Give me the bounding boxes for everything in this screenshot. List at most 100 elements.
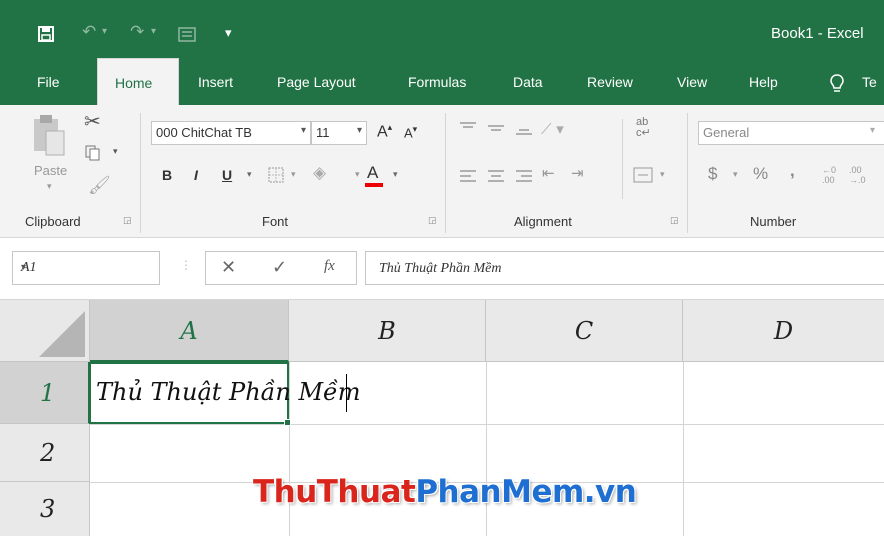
select-all-button[interactable] <box>0 300 90 362</box>
tab-formulas[interactable]: Formulas <box>408 74 466 90</box>
align-right-icon[interactable] <box>515 169 533 183</box>
number-format-value: General <box>703 125 750 140</box>
bottom-align-icon[interactable] <box>515 121 533 137</box>
watermark-part-phanmem: PhanMem <box>415 474 584 510</box>
column-header-c[interactable]: C <box>486 300 683 362</box>
copy-dropdown-icon[interactable]: ▾ <box>113 147 118 157</box>
row-header-3[interactable]: 3 <box>0 482 90 536</box>
enter-icon[interactable]: ✓ <box>272 257 287 278</box>
font-size-value: 11 <box>316 125 330 140</box>
paste-icon[interactable] <box>28 113 68 157</box>
decrease-decimal-icon[interactable]: .00 →.0 <box>849 165 866 185</box>
orientation-icon[interactable]: ⟋ ▾ <box>541 120 564 138</box>
font-size-combo[interactable]: 11 ▾ <box>311 121 367 145</box>
currency-button[interactable]: $ <box>708 164 717 184</box>
middle-align-icon[interactable] <box>487 121 505 135</box>
cancel-icon[interactable]: ✕ <box>221 257 236 278</box>
separator <box>687 113 688 233</box>
merge-center-icon[interactable] <box>633 167 653 183</box>
number-group-label: Number <box>750 214 797 229</box>
top-align-icon[interactable] <box>459 121 477 135</box>
number-format-combo[interactable]: General ▾ <box>698 121 884 145</box>
formula-buttons: ✕ ✓ fx <box>205 251 357 285</box>
worksheet-grid: A B C D 1 2 3 Thủ Thuật Phần Mềm ThuThua… <box>0 300 884 536</box>
redo-dropdown-icon[interactable]: ▾ <box>151 20 156 44</box>
fill-handle[interactable] <box>284 419 291 426</box>
lightbulb-icon[interactable] <box>830 74 844 94</box>
wrap-text-icon[interactable]: ab c↵ <box>636 117 651 139</box>
clipboard-launcher-icon[interactable]: ◲ <box>123 216 132 226</box>
column-header-a[interactable]: A <box>90 300 289 362</box>
increase-decimal-icon[interactable]: ←0.00 <box>822 165 836 185</box>
number-format-dropdown-icon[interactable]: ▾ <box>870 125 875 136</box>
separator <box>622 119 623 199</box>
borders-dropdown-icon[interactable]: ▾ <box>291 170 296 180</box>
tab-view[interactable]: View <box>677 74 707 90</box>
bold-button[interactable]: B <box>162 167 172 183</box>
undo-icon[interactable]: ↶ <box>82 20 96 44</box>
select-all-triangle <box>39 311 85 357</box>
window-title: Book1 - Excel <box>771 25 864 42</box>
paste-label[interactable]: Paste <box>34 163 67 178</box>
row-header-1[interactable]: 1 <box>0 362 90 424</box>
font-size-dropdown-icon[interactable]: ▾ <box>357 125 362 136</box>
tab-review[interactable]: Review <box>587 74 633 90</box>
fill-color-dropdown-icon[interactable]: ▾ <box>355 170 360 180</box>
increase-indent-icon[interactable]: ⇥ <box>571 164 584 182</box>
ribbon: Paste ▾ ✂ ▾ 🖌 Clipboard ◲ 000 ChitChat T… <box>0 105 884 238</box>
fill-color-icon[interactable]: ◈ <box>313 163 326 183</box>
font-color-swatch <box>365 183 383 187</box>
tab-insert[interactable]: Insert <box>198 74 233 90</box>
underline-button[interactable]: U <box>222 167 232 183</box>
cell-a1-value: Thủ Thuật Phần Mềm <box>96 378 361 406</box>
customize-qat-icon[interactable]: ▾ <box>225 22 232 46</box>
borders-icon[interactable] <box>268 167 284 183</box>
font-name-combo[interactable]: 000 ChitChat TB ▾ <box>151 121 311 145</box>
name-box-dropdown-icon[interactable]: ▾ <box>21 262 149 273</box>
name-box[interactable]: A1 ▾ <box>12 251 160 285</box>
paste-dropdown-icon[interactable]: ▾ <box>47 181 52 192</box>
watermark-logo: ThuThuatPhanMem.vn <box>253 474 637 510</box>
form-icon[interactable] <box>178 27 196 42</box>
alignment-launcher-icon[interactable]: ◲ <box>670 216 679 226</box>
insert-function-icon[interactable]: fx <box>324 258 335 275</box>
tab-tell-me[interactable]: Te <box>862 74 877 90</box>
undo-dropdown-icon[interactable]: ▾ <box>102 20 107 44</box>
formula-bar: A1 ▾ ⋮ ✕ ✓ fx Thủ Thuật Phần Mềm <box>0 238 884 300</box>
separator <box>445 113 446 233</box>
percent-button[interactable]: % <box>753 164 768 184</box>
font-launcher-icon[interactable]: ◲ <box>428 216 437 226</box>
save-icon[interactable] <box>38 26 54 42</box>
formula-input[interactable]: Thủ Thuật Phần Mềm <box>365 251 884 285</box>
align-left-icon[interactable] <box>459 169 477 183</box>
tab-data[interactable]: Data <box>513 74 543 90</box>
currency-dropdown-icon[interactable]: ▾ <box>733 170 738 180</box>
decrease-font-size-icon[interactable]: A▾ <box>404 124 417 140</box>
italic-button[interactable]: I <box>194 167 198 183</box>
underline-dropdown-icon[interactable]: ▾ <box>247 170 252 180</box>
column-header-d[interactable]: D <box>683 300 884 362</box>
column-header-b[interactable]: B <box>289 300 486 362</box>
font-name-value: 000 ChitChat TB <box>156 125 252 140</box>
tab-page-layout[interactable]: Page Layout <box>277 74 356 90</box>
font-group-label: Font <box>262 214 289 229</box>
redo-icon[interactable]: ↷ <box>130 20 144 44</box>
comma-button[interactable]: , <box>790 161 795 181</box>
clipboard-group-label: Clipboard <box>25 214 81 229</box>
decrease-indent-icon[interactable]: ⇤ <box>542 164 555 182</box>
font-name-dropdown-icon[interactable]: ▾ <box>301 125 306 136</box>
row-header-2[interactable]: 2 <box>0 424 90 482</box>
cell-a2[interactable] <box>91 425 288 481</box>
tab-home[interactable]: Home <box>97 58 179 105</box>
increase-font-size-icon[interactable]: A▴ <box>377 122 392 141</box>
tab-help[interactable]: Help <box>749 74 778 90</box>
cut-icon[interactable]: ✂ <box>84 109 101 133</box>
tab-home-label: Home <box>115 75 153 91</box>
font-color-dropdown-icon[interactable]: ▾ <box>393 170 398 180</box>
format-painter-icon[interactable]: 🖌 <box>88 175 111 196</box>
font-color-button[interactable]: A <box>367 163 378 183</box>
merge-dropdown-icon[interactable]: ▾ <box>660 170 665 180</box>
align-center-icon[interactable] <box>487 169 505 183</box>
tab-file[interactable]: File <box>37 74 60 90</box>
copy-icon[interactable] <box>85 145 101 161</box>
